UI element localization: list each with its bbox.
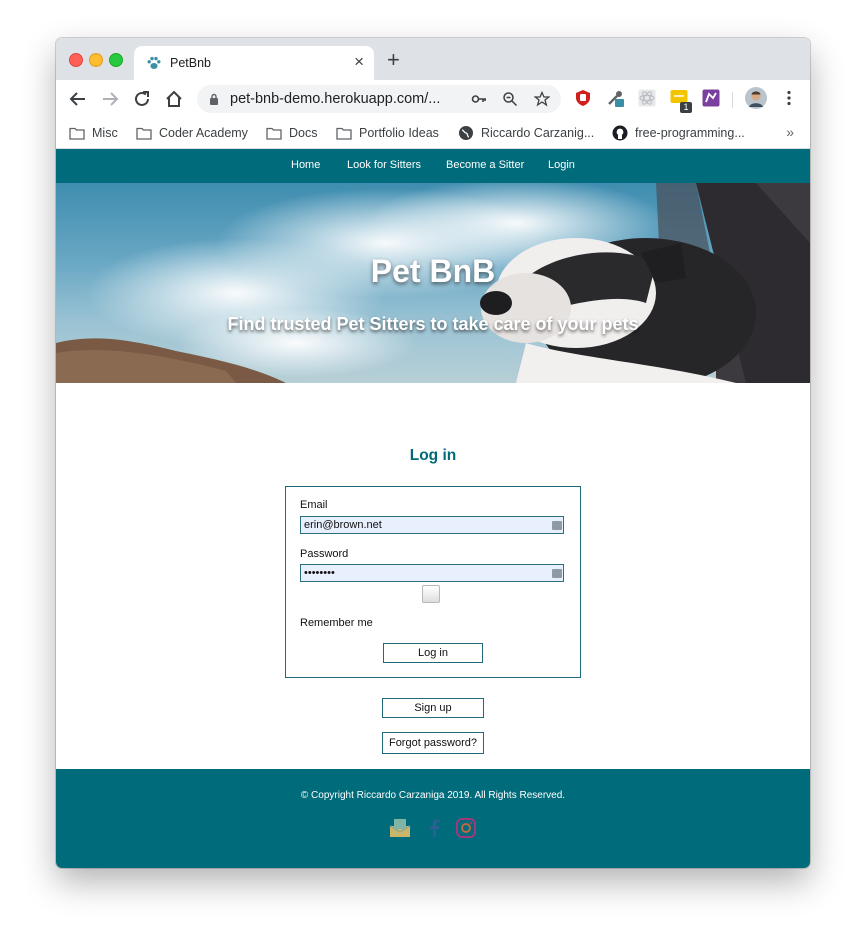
bookmark-misc[interactable]: Misc	[69, 124, 118, 142]
copyright-text: © Copyright Riccardo Carzaniga 2019. All…	[300, 790, 566, 801]
hero-subtitle: Find trusted Pet Sitters to take care of…	[227, 314, 639, 334]
folder-icon	[136, 127, 152, 140]
login-heading: Log in	[409, 447, 457, 464]
forgot-password-link-button[interactable]: Forgot password?	[382, 732, 484, 754]
remember-me-checkbox[interactable]	[422, 585, 440, 603]
close-tab-icon[interactable]: ×	[354, 53, 364, 71]
instagram-icon[interactable]	[455, 818, 477, 838]
url-text: pet-bnb-demo.herokuapp.com/...	[230, 91, 441, 107]
ublock-extension-icon[interactable]	[574, 89, 592, 107]
toolbar-divider	[732, 92, 733, 108]
bookmark-portfolio-ideas[interactable]: Portfolio Ideas	[336, 124, 439, 142]
site-navbar: Home Look for Sitters Become a Sitter Lo…	[56, 149, 810, 183]
address-bar[interactable]: pet-bnb-demo.herokuapp.com/...	[197, 85, 561, 113]
email-label: Email	[300, 499, 328, 511]
zoom-out-icon[interactable]	[502, 91, 518, 107]
folder-icon	[266, 127, 282, 140]
github-icon	[612, 125, 628, 141]
autofill-key-icon[interactable]	[552, 569, 562, 578]
bookmark-label: Docs	[289, 126, 318, 140]
login-submit-button[interactable]: Log in	[383, 643, 483, 663]
browser-toolbar: pet-bnb-demo.herokuapp.com/... 1	[56, 80, 810, 118]
onenote-extension-icon[interactable]	[702, 89, 720, 107]
password-field[interactable]: ••••••••	[300, 564, 564, 582]
folder-icon	[336, 127, 352, 140]
bookmark-label: Misc	[92, 126, 118, 140]
reload-icon[interactable]	[131, 88, 153, 110]
bookmarks-bar: Misc Coder Academy Docs Portfolio Ideas	[56, 118, 810, 149]
back-icon[interactable]	[67, 88, 89, 110]
browser-tab[interactable]: PetBnb ×	[134, 46, 374, 80]
email-field[interactable]: erin@brown.net	[300, 516, 564, 534]
password-value: ••••••••	[304, 567, 335, 579]
login-form: Email erin@brown.net Password •••••••• R…	[285, 486, 581, 678]
key-icon[interactable]	[471, 91, 487, 107]
nav-look-for-sitters[interactable]: Look for Sitters	[347, 159, 421, 171]
tab-title: PetBnb	[170, 56, 212, 70]
bookmark-free-programming[interactable]: free-programming...	[612, 124, 745, 142]
close-window-button[interactable]	[69, 53, 83, 67]
eyedropper-extension-icon[interactable]	[606, 89, 624, 107]
react-devtools-extension-icon[interactable]	[638, 89, 656, 107]
mail-icon[interactable]	[389, 818, 411, 838]
bookmark-label: Coder Academy	[159, 126, 248, 140]
bookmark-label: Riccardo Carzanig...	[481, 126, 595, 140]
bookmark-label: free-programming...	[635, 126, 745, 140]
facebook-icon[interactable]	[423, 818, 445, 838]
menu-kebab-icon[interactable]	[780, 89, 798, 107]
site-footer: © Copyright Riccardo Carzaniga 2019. All…	[56, 769, 810, 868]
paw-icon	[147, 56, 161, 69]
forward-icon[interactable]	[99, 88, 121, 110]
home-icon[interactable]	[163, 88, 185, 110]
folder-icon	[69, 127, 85, 140]
more-bookmarks-icon[interactable]: »	[786, 124, 794, 140]
minimize-window-button[interactable]	[89, 53, 103, 67]
new-tab-icon[interactable]: +	[387, 49, 400, 71]
profile-avatar[interactable]	[745, 87, 767, 109]
bookmark-star-icon[interactable]	[534, 91, 550, 107]
bookmark-label: Portfolio Ideas	[359, 126, 439, 140]
nav-login[interactable]: Login	[548, 159, 575, 171]
nav-become-a-sitter[interactable]: Become a Sitter	[446, 159, 524, 171]
lock-icon	[210, 93, 218, 105]
hero-banner: Pet BnB Find trusted Pet Sitters to take…	[56, 183, 810, 383]
autofill-key-icon[interactable]	[552, 521, 562, 530]
sign-up-link-button[interactable]: Sign up	[382, 698, 484, 718]
bookmark-riccardo[interactable]: Riccardo Carzanig...	[458, 124, 594, 142]
hero-title: Pet BnB	[370, 253, 496, 289]
extension-badge: 1	[680, 102, 692, 113]
email-value: erin@brown.net	[304, 519, 382, 531]
nav-home[interactable]: Home	[291, 159, 320, 171]
password-label: Password	[300, 548, 349, 560]
bookmark-docs[interactable]: Docs	[266, 124, 317, 142]
maximize-window-button[interactable]	[109, 53, 123, 67]
browser-window: PetBnb × + pet-bnb-demo.herokuapp.com/..…	[56, 38, 810, 868]
globe-icon	[459, 126, 473, 140]
bookmark-coder-academy[interactable]: Coder Academy	[136, 124, 248, 142]
remember-me-label: Remember me	[300, 617, 373, 629]
web-page: Home Look for Sitters Become a Sitter Lo…	[56, 149, 810, 868]
tab-strip: PetBnb × +	[56, 38, 810, 80]
